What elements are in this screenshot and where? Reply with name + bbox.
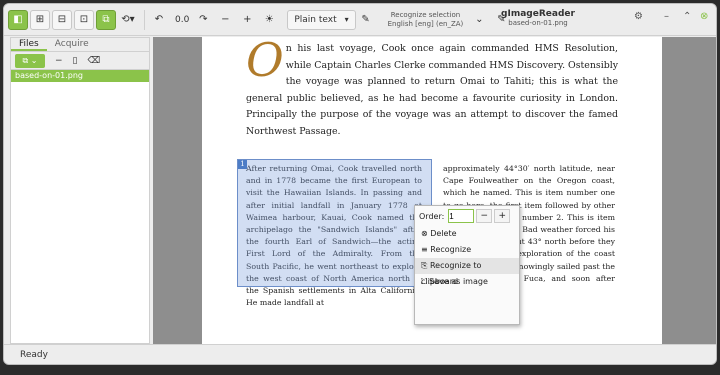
sources-toggle-button[interactable]: ◧ — [8, 9, 28, 30]
output-mode-label: Plain text — [294, 14, 337, 25]
order-row: Order: − + — [415, 206, 519, 226]
plus-icon[interactable]: + — [237, 10, 257, 30]
zoom-in-button[interactable]: ⊞ — [30, 9, 50, 30]
zoom-out-button[interactable]: ⊟ — [52, 9, 72, 30]
rotate-mode-icon[interactable]: ⟲▾ — [118, 10, 138, 30]
recognize-language: English [eng] (en_ZA) — [387, 19, 464, 28]
image-controls-icon[interactable]: ☀ — [259, 10, 279, 30]
file-title: based-on-01.png — [508, 19, 568, 27]
selection-number: 1 — [238, 160, 247, 169]
recognize-button[interactable]: Recognize selection English [eng] (en_ZA… — [388, 11, 464, 29]
clear-icon[interactable]: ⌫ — [88, 56, 101, 66]
chevron-down-icon: ▾ — [344, 15, 349, 24]
status-bar: Ready — [4, 344, 716, 364]
delete-label: Delete — [430, 229, 457, 238]
delete-menu-item[interactable]: ⊗ Delete — [415, 226, 519, 242]
output-mode-select[interactable]: Plain text ▾ — [287, 9, 356, 30]
order-increment-button[interactable]: + — [494, 209, 511, 223]
document-page: O n his last voyage, Cook once again com… — [202, 37, 662, 344]
paragraph-1: O n his last voyage, Cook once again com… — [246, 37, 618, 140]
order-input[interactable] — [448, 209, 475, 223]
context-menu: Order: − + ⊗ Delete ≡ Recognize ⎘ Recogn… — [414, 205, 520, 325]
order-decrement-button[interactable]: − — [476, 209, 493, 223]
recognize-clipboard-menu-item[interactable]: ⎘ Recognize to clipboard — [415, 258, 519, 286]
fit-button[interactable]: ⊡ — [74, 9, 94, 30]
drop-cap: O — [246, 37, 284, 87]
paragraph-1-text: n his last voyage, Cook once again comma… — [246, 43, 618, 137]
recognize-menu-item[interactable]: ≡ Recognize — [415, 242, 519, 258]
save-image-label: Save as image — [429, 277, 488, 286]
recognize-label: Recognize selection — [390, 10, 461, 19]
gear-icon[interactable]: ⚙ — [634, 11, 643, 22]
order-label: Order: — [419, 211, 445, 221]
chevron-down-icon[interactable]: ⌄ — [469, 10, 489, 30]
app-title: gImageReader — [501, 9, 575, 19]
rotation-value[interactable]: 0.0 — [175, 15, 189, 25]
minus-icon[interactable]: − — [215, 10, 235, 30]
add-file-button[interactable]: ⧉ ⌄ — [15, 53, 45, 68]
image-canvas[interactable]: O n his last voyage, Cook once again com… — [153, 37, 716, 344]
toolbar: ◧ ⊞ ⊟ ⊡ ⧉ ⟲▾ ↶ 0.0 ↷ − + ☀ Plain text ▾ ✎… — [4, 4, 716, 36]
close-icon[interactable]: ⊗ — [700, 11, 708, 22]
selection-region[interactable]: 1 — [237, 159, 432, 287]
tab-files[interactable]: Files — [11, 38, 47, 51]
save-image-menu-item[interactable]: ⛶ Save as image — [415, 274, 519, 290]
minimize-icon[interactable]: – — [664, 11, 669, 22]
tab-acquire[interactable]: Acquire — [47, 38, 97, 51]
rotate-left-icon[interactable]: ↶ — [149, 10, 169, 30]
maximize-icon[interactable]: ⌃ — [683, 11, 691, 22]
sources-panel: Files Acquire ⧉ ⌄ − ▯ ⌫ based-on-01.png — [10, 37, 150, 344]
sources-toolbar: ⧉ ⌄ − ▯ ⌫ — [11, 52, 149, 70]
sources-tabs: Files Acquire — [11, 38, 149, 52]
window-title: gImageReader based-on-01.png — [488, 9, 588, 27]
list-item[interactable]: based-on-01.png — [11, 70, 149, 82]
separator — [144, 9, 145, 30]
app-window: ◧ ⊞ ⊟ ⊡ ⧉ ⟲▾ ↶ 0.0 ↷ − + ☀ Plain text ▾ ✎… — [3, 3, 717, 365]
remove-icon[interactable]: − — [55, 56, 63, 66]
autodetect-layout-button[interactable]: ⧉ — [96, 9, 116, 30]
recognize-icon[interactable]: ✎ — [356, 10, 376, 30]
delete-icon[interactable]: ▯ — [73, 56, 78, 66]
recognize-item-label: Recognize — [430, 245, 472, 254]
rotate-right-icon[interactable]: ↷ — [193, 10, 213, 30]
